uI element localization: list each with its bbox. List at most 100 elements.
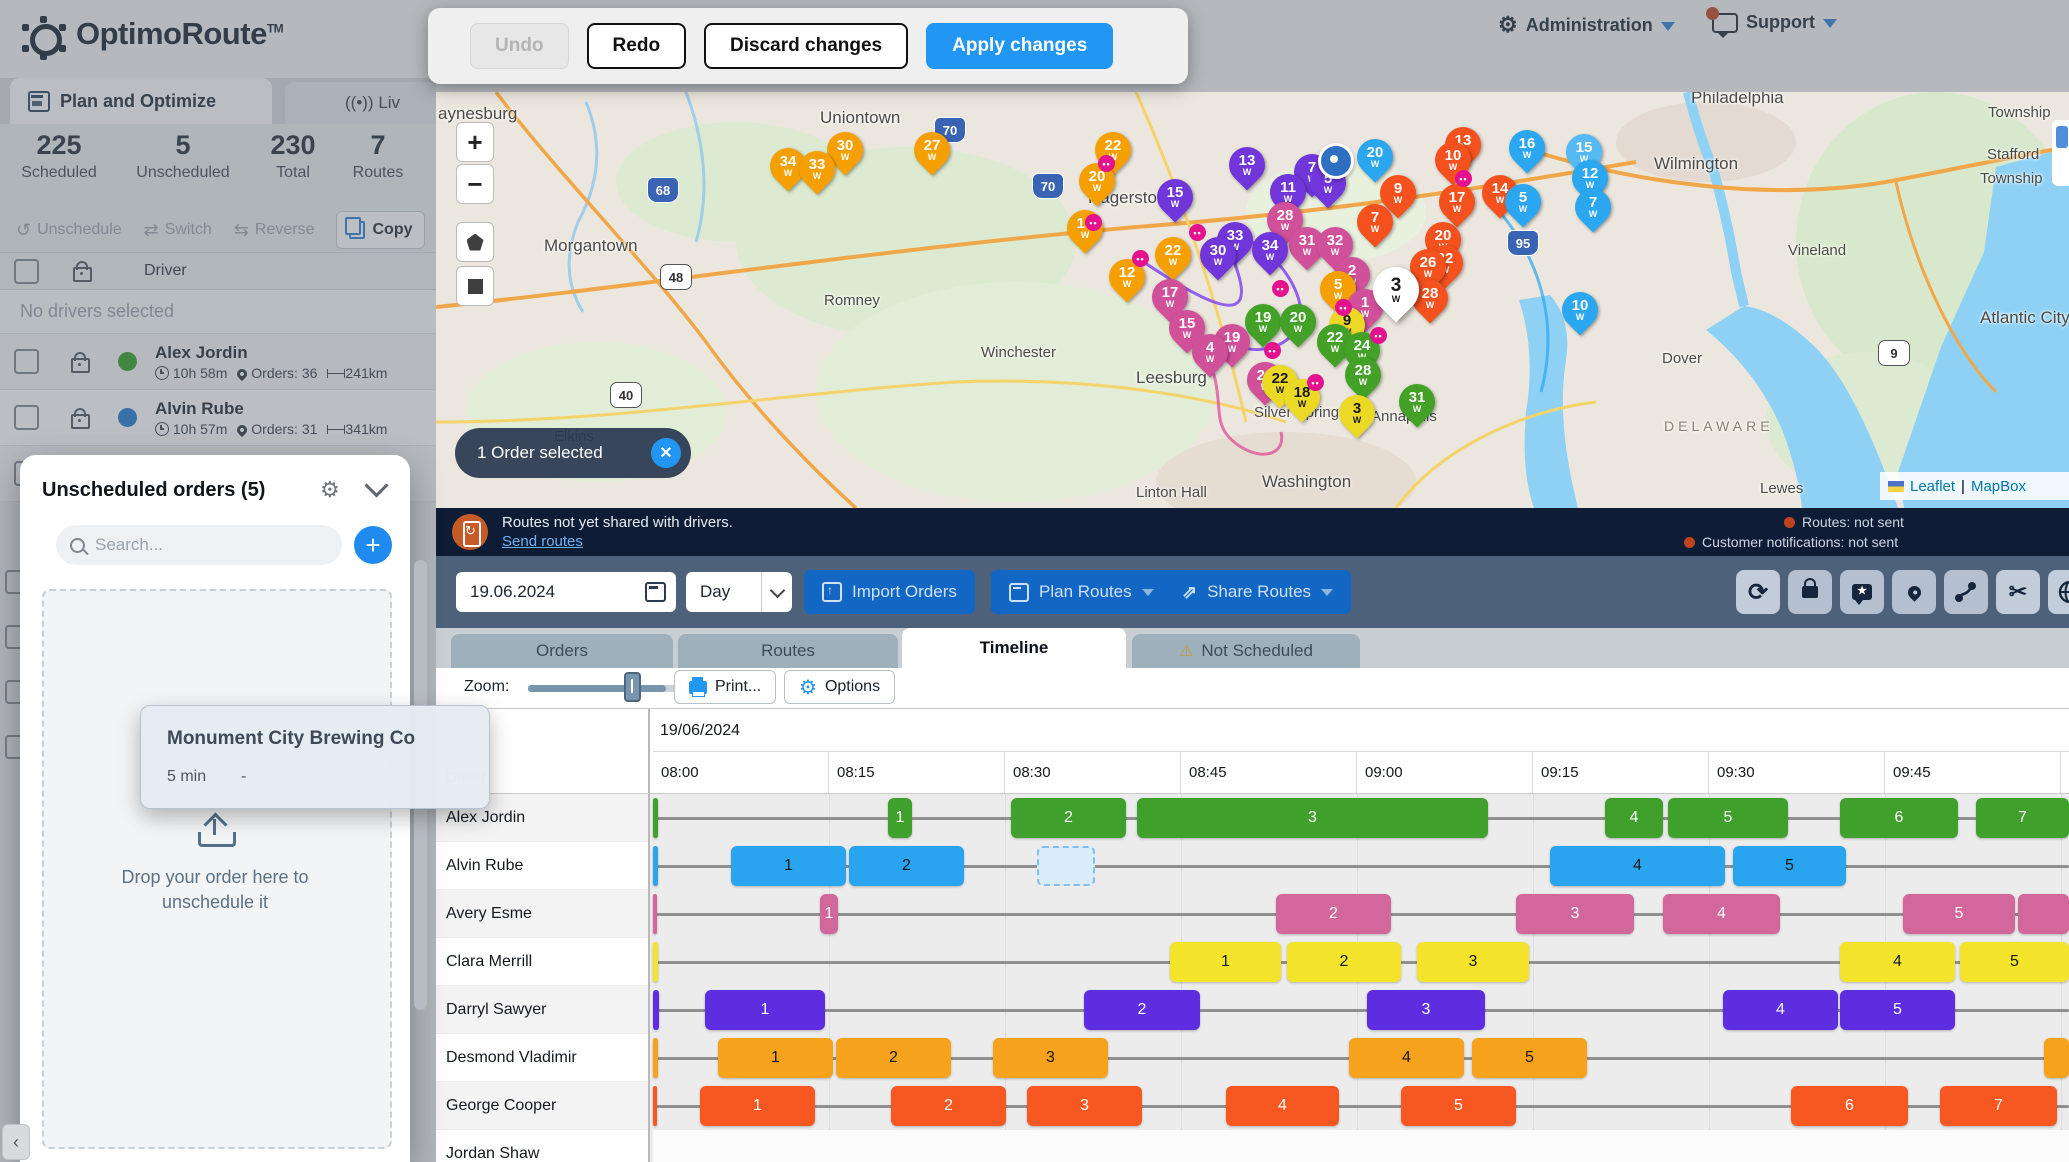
map-marker[interactable]: 13W: [1222, 140, 1273, 191]
timeline-bar[interactable]: 4: [1605, 798, 1663, 838]
order-dot-marker[interactable]: ••: [1307, 374, 1324, 391]
map-marker[interactable]: 15W: [1150, 172, 1201, 223]
zoom-slider-thumb[interactable]: [624, 672, 641, 702]
timeline-bar[interactable]: 7: [1940, 1086, 2057, 1126]
timeline-bar[interactable]: 2: [1276, 894, 1391, 934]
timeline-bar[interactable]: 6: [1791, 1086, 1908, 1126]
timeline-bar[interactable]: 3: [1417, 942, 1529, 982]
apply-changes-button[interactable]: Apply changes: [926, 23, 1113, 69]
timeline-bar[interactable]: 3: [1027, 1086, 1142, 1126]
timeline-bar[interactable]: 6: [1840, 798, 1958, 838]
timeline-bar[interactable]: 3: [1367, 990, 1485, 1030]
timeline-driver-name[interactable]: Alvin Rube: [436, 842, 648, 890]
order-dot-marker[interactable]: ••: [1455, 170, 1472, 187]
map-zoom-out-button[interactable]: −: [456, 164, 494, 204]
timeline-bar[interactable]: 5: [1733, 846, 1846, 886]
map-marker[interactable]: 3W: [1363, 257, 1428, 322]
order-dot-marker[interactable]: ••: [1370, 327, 1387, 344]
timeline-driver-name[interactable]: Desmond Vladimir: [436, 1034, 648, 1082]
timeline-bar[interactable]: 1: [820, 894, 838, 934]
lock-routes-button[interactable]: [1788, 570, 1832, 614]
discard-changes-button[interactable]: Discard changes: [704, 23, 908, 69]
timeline-bar[interactable]: [653, 942, 658, 982]
map-marker[interactable]: 7W: [1350, 197, 1401, 248]
timeline-bar[interactable]: [653, 1038, 658, 1078]
timeline-bar[interactable]: 4: [1349, 1038, 1464, 1078]
gear-icon[interactable]: ⚙: [320, 477, 340, 503]
order-dot-marker[interactable]: ••: [1272, 280, 1289, 297]
mapbox-link[interactable]: MapBox: [1971, 478, 2026, 495]
map-marker[interactable]: 5W: [1498, 177, 1549, 228]
timeline-bar[interactable]: 3: [1516, 894, 1634, 934]
globe-button[interactable]: [2048, 570, 2069, 614]
map-marker[interactable]: 27W: [907, 125, 958, 176]
tab-timeline[interactable]: Timeline: [902, 628, 1126, 668]
map-marker[interactable]: 10W: [1555, 285, 1606, 336]
route-map[interactable]: aynesburgUniontownMorgantownRomneyWinche…: [436, 92, 2069, 508]
split-route-button[interactable]: ✂: [1996, 570, 2040, 614]
tab-orders[interactable]: Orders: [451, 634, 673, 668]
redo-button[interactable]: Redo: [587, 23, 687, 69]
timeline-bar[interactable]: 5: [1903, 894, 2015, 934]
timeline-bar[interactable]: 1: [705, 990, 825, 1030]
timeline-bar[interactable]: [2044, 1038, 2069, 1078]
order-dot-marker[interactable]: ••: [1335, 299, 1352, 316]
timeline-bar[interactable]: [2018, 894, 2069, 934]
timeline-bar[interactable]: 4: [1663, 894, 1780, 934]
map-right-control[interactable]: [2052, 120, 2069, 186]
timeline-bar[interactable]: 1: [888, 798, 912, 838]
timeline-bar[interactable]: 4: [1550, 846, 1725, 886]
order-dot-marker[interactable]: ••: [1189, 224, 1206, 241]
timeline-bar[interactable]: 3: [1137, 798, 1488, 838]
timeline-bar[interactable]: 5: [1472, 1038, 1587, 1078]
timeline-bar[interactable]: 7: [1976, 798, 2069, 838]
timeline-driver-name[interactable]: Darryl Sawyer: [436, 986, 648, 1034]
print-button[interactable]: Print...: [674, 670, 776, 704]
timeline-bar[interactable]: 1: [700, 1086, 815, 1126]
timeline-bar[interactable]: 2: [849, 846, 964, 886]
plan-routes-button[interactable]: Plan Routes: [991, 570, 1172, 614]
order-dot-marker[interactable]: ••: [1132, 250, 1149, 267]
share-routes-button[interactable]: ⇗Share Routes: [1164, 570, 1351, 614]
add-order-button[interactable]: +: [354, 526, 392, 564]
pin-button[interactable]: [1892, 570, 1936, 614]
timeline-bar[interactable]: 1: [718, 1038, 833, 1078]
close-icon[interactable]: ✕: [651, 438, 681, 468]
timeline-bar[interactable]: [653, 846, 658, 886]
date-input[interactable]: 19.06.2024: [456, 572, 676, 612]
timeline-bar[interactable]: 5: [1840, 990, 1955, 1030]
map-marker[interactable]: 31W: [1392, 377, 1443, 428]
timeline-bar[interactable]: 5: [1960, 942, 2069, 982]
map-marker[interactable]: 33W: [792, 144, 843, 195]
timeline-bar[interactable]: 1: [1170, 942, 1281, 982]
options-button[interactable]: ⚙Options: [784, 670, 895, 704]
timeline-bar[interactable]: 4: [1723, 990, 1838, 1030]
timeline-bar[interactable]: 4: [1226, 1086, 1339, 1126]
send-routes-link[interactable]: Send routes: [502, 533, 583, 550]
flag-star-button[interactable]: ★: [1840, 570, 1884, 614]
chevron-down-icon[interactable]: [364, 473, 388, 497]
empty-slot[interactable]: [1037, 846, 1095, 886]
leaflet-link[interactable]: Leaflet: [1910, 478, 1955, 495]
timeline-bar[interactable]: 4: [1840, 942, 1955, 982]
timeline-bar[interactable]: 3: [993, 1038, 1108, 1078]
timeline-bar[interactable]: 2: [1084, 990, 1200, 1030]
map-rectangle-select-button[interactable]: [456, 266, 494, 306]
timeline-bar[interactable]: [653, 990, 659, 1030]
timeline-bar[interactable]: [653, 894, 657, 934]
order-dot-marker[interactable]: ••: [1264, 342, 1281, 359]
timeline-bar[interactable]: [653, 798, 658, 838]
timeline-bar[interactable]: 5: [1401, 1086, 1516, 1126]
map-marker[interactable]: 7W: [1568, 182, 1619, 233]
timeline-bar[interactable]: 2: [1011, 798, 1126, 838]
collapse-sidebar-handle[interactable]: ‹: [2, 1124, 30, 1160]
import-orders-button[interactable]: Import Orders: [804, 570, 975, 614]
timeline-driver-name[interactable]: Avery Esme: [436, 890, 648, 938]
map-marker[interactable]: 3W: [1332, 388, 1383, 439]
timeline-driver-name[interactable]: Jordan Shaw: [436, 1130, 648, 1162]
timeline-bar[interactable]: 5: [1668, 798, 1788, 838]
order-dot-marker[interactable]: ••: [1085, 214, 1102, 231]
timeline-bar[interactable]: 2: [836, 1038, 951, 1078]
timeline-bar[interactable]: 1: [731, 846, 846, 886]
timeline-driver-name[interactable]: Clara Merrill: [436, 938, 648, 986]
